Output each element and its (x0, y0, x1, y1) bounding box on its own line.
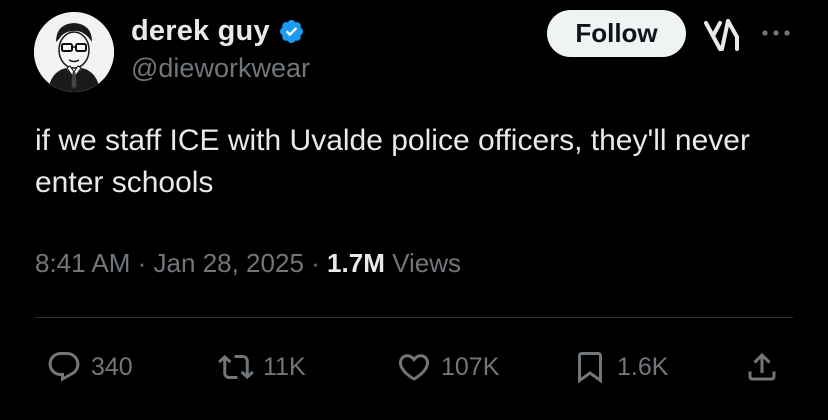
action-bar: 340 11K 107K 1.6K (0, 342, 828, 392)
tweet-meta: 8:41 AM · Jan 28, 2025 · 1.7M Views (35, 248, 461, 279)
avatar-illustration (34, 12, 114, 92)
bookmark-button[interactable]: 1.6K (572, 342, 668, 392)
follow-button[interactable]: Follow (547, 10, 686, 57)
grok-icon[interactable] (703, 17, 741, 53)
avatar[interactable] (34, 12, 114, 92)
tweet-date[interactable]: Jan 28, 2025 (154, 248, 304, 278)
share-button[interactable] (744, 342, 780, 392)
meta-separator: · (137, 248, 147, 278)
bookmark-icon (578, 352, 602, 384)
retweet-button[interactable]: 11K (218, 342, 306, 392)
like-count: 107K (441, 352, 500, 381)
reply-count: 340 (91, 352, 133, 381)
retweet-count: 11K (263, 352, 306, 381)
author-handle[interactable]: @dieworkwear (131, 53, 310, 84)
author-name-row: derek guy (131, 12, 305, 50)
share-icon (748, 352, 776, 381)
verified-badge-icon[interactable] (278, 18, 305, 45)
reply-icon (48, 352, 80, 382)
divider (35, 317, 793, 318)
author-display-name[interactable]: derek guy (131, 15, 270, 48)
meta-separator: · (311, 248, 320, 278)
bookmark-count: 1.6K (617, 352, 669, 381)
views-label[interactable]: Views (392, 248, 461, 278)
reply-button[interactable]: 340 (46, 342, 133, 392)
views-count[interactable]: 1.7M (327, 248, 385, 278)
retweet-icon (218, 354, 254, 380)
heart-icon (398, 354, 430, 381)
tweet-time[interactable]: 8:41 AM (35, 248, 130, 278)
more-icon[interactable] (760, 26, 792, 40)
like-button[interactable]: 107K (396, 342, 499, 392)
tweet-text: if we staff ICE with Uvalde police offic… (35, 124, 750, 199)
